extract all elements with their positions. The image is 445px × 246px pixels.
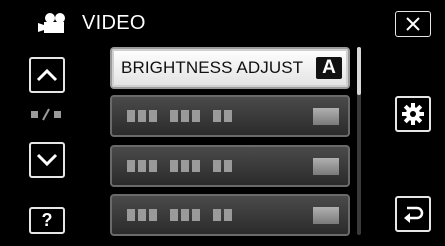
placeholder-text-icon <box>127 160 232 172</box>
close-button[interactable] <box>395 11 431 37</box>
placeholder-badge-icon <box>313 207 339 224</box>
return-icon <box>404 206 424 223</box>
placeholder-text-icon <box>127 209 232 221</box>
chevron-down-icon <box>36 153 58 167</box>
page-indicator-icon <box>30 108 64 122</box>
menu-item-disabled <box>110 95 350 137</box>
auto-badge: A <box>316 57 342 79</box>
help-button[interactable]: ? <box>29 207 65 234</box>
chevron-up-icon <box>36 68 58 82</box>
placeholder-badge-icon <box>313 108 339 125</box>
page-title: VIDEO <box>82 12 146 34</box>
back-button[interactable] <box>395 196 431 232</box>
placeholder-badge-icon <box>313 158 339 175</box>
scroll-up-button[interactable] <box>29 57 65 93</box>
scrollbar-thumb[interactable] <box>357 47 361 95</box>
menu-item-label: BRIGHTNESS ADJUST <box>121 58 304 77</box>
placeholder-text-icon <box>127 110 232 122</box>
menu-item-brightness-adjust[interactable]: BRIGHTNESS ADJUST A <box>110 47 350 89</box>
settings-button[interactable] <box>395 96 431 132</box>
close-icon <box>406 17 420 31</box>
menu-item-disabled <box>110 194 350 236</box>
gear-icon <box>402 103 424 125</box>
video-camera-icon <box>38 12 70 34</box>
scroll-down-button[interactable] <box>29 142 65 178</box>
menu-item-disabled <box>110 145 350 187</box>
